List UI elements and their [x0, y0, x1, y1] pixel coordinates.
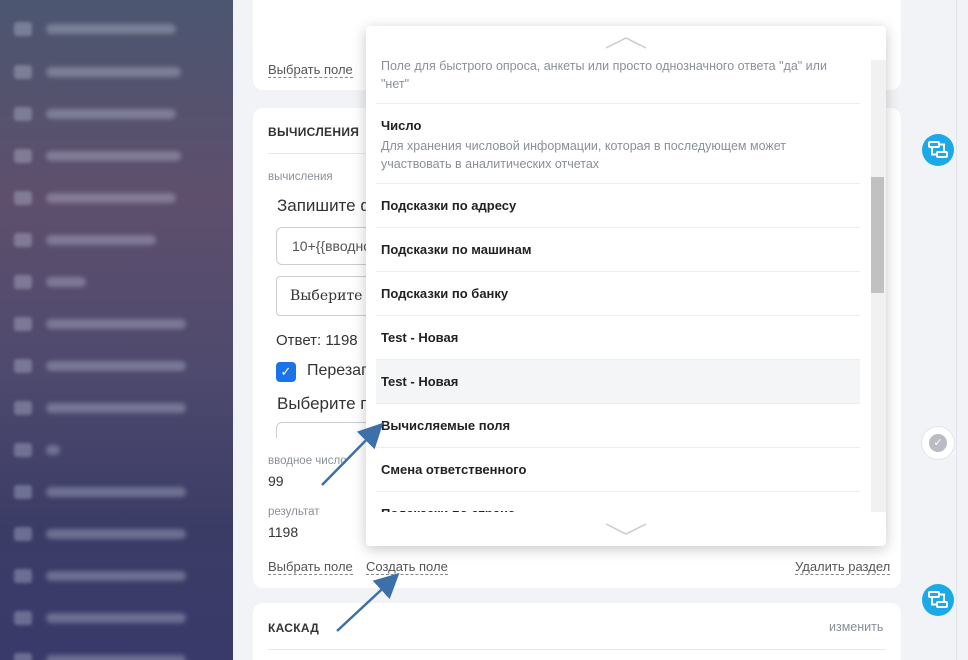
sidebar-item[interactable]	[14, 357, 186, 375]
formula-heading: Запишите ф	[277, 196, 375, 215]
item-title: Test - Новая	[381, 330, 459, 345]
item-desc: Для хранения числовой информации, котора…	[381, 139, 786, 171]
item-title: Подсказки по банку	[381, 286, 509, 301]
select-field-link[interactable]: Выбрать поле	[268, 62, 353, 78]
result-field-value: 1198	[268, 524, 299, 540]
list-item[interactable]: Вычисляемые поля	[376, 404, 860, 448]
overwrite-checkbox[interactable]: ✓	[276, 362, 296, 382]
list-item[interactable]: Число Для хранения числовой информации, …	[376, 104, 860, 184]
scroll-down-button[interactable]	[366, 512, 871, 546]
item-title: Подсказки по адресу	[381, 198, 517, 213]
field-type-dropdown[interactable]: Поле для быстрого опроса, анкеты или про…	[366, 26, 886, 546]
scroll-up-button[interactable]	[366, 26, 871, 60]
timeline-line	[956, 0, 957, 660]
sidebar-item[interactable]	[14, 399, 186, 417]
sidebar-item[interactable]	[14, 315, 186, 333]
select-field-link[interactable]: Выбрать поле	[268, 559, 353, 575]
cascade-section-card: КАСКАД изменить	[253, 603, 901, 660]
input-field-label: вводное число	[268, 455, 347, 467]
list-item[interactable]: Test - Новая	[376, 316, 860, 360]
chevron-up-icon	[605, 37, 647, 49]
edit-link[interactable]: изменить	[829, 620, 883, 634]
list-item[interactable]: Test - Новая	[376, 360, 860, 404]
sidebar-item[interactable]	[14, 20, 176, 38]
sidebar-item[interactable]	[14, 105, 176, 123]
sidebar-item[interactable]	[14, 525, 186, 543]
sidebar	[0, 0, 233, 660]
field-label: вычисления	[268, 171, 333, 183]
create-field-link[interactable]: Создать поле	[366, 559, 448, 575]
sidebar-item[interactable]	[14, 651, 186, 660]
section-title: ВЫЧИСЛЕНИЯ	[268, 125, 360, 139]
item-title: Число	[381, 118, 422, 133]
list-item[interactable]: Подсказки по машинам	[376, 228, 860, 272]
section-title: КАСКАД	[268, 621, 320, 635]
flow-icon[interactable]	[922, 584, 954, 616]
chevron-down-icon	[605, 523, 647, 535]
sidebar-item[interactable]	[14, 483, 186, 501]
input-field-value: 99	[268, 473, 284, 489]
sidebar-item[interactable]	[14, 63, 181, 81]
item-title: Смена ответственного	[381, 462, 527, 477]
check-icon[interactable]: ✓	[922, 427, 954, 459]
result-field-label: результат	[268, 506, 320, 518]
sidebar-item[interactable]	[14, 231, 156, 249]
item-desc: Поле для быстрого опроса, анкеты или про…	[381, 59, 827, 91]
divider	[268, 649, 886, 650]
delete-section-link[interactable]: Удалить раздел	[795, 559, 891, 575]
sidebar-item[interactable]	[14, 189, 176, 207]
sidebar-item[interactable]	[14, 609, 186, 627]
overwrite-label: Перезап	[307, 362, 370, 379]
field-type-list: Поле для быстрого опроса, анкеты или про…	[366, 26, 871, 546]
select-heading: Выберите п	[277, 394, 370, 413]
list-item[interactable]: Подсказки по банку	[376, 272, 860, 316]
list-item[interactable]: Подсказки по адресу	[376, 184, 860, 228]
answer-text: Ответ: 1198	[276, 332, 358, 349]
sidebar-item[interactable]	[14, 147, 181, 165]
right-timeline: ✓	[922, 0, 968, 660]
sidebar-item[interactable]	[14, 567, 186, 585]
sidebar-item[interactable]	[14, 273, 86, 291]
flow-icon[interactable]	[922, 134, 954, 166]
item-title: Подсказки по машинам	[381, 242, 532, 257]
item-title: Test - Новая	[381, 374, 459, 389]
sidebar-item[interactable]	[14, 441, 60, 459]
list-item[interactable]: Смена ответственного	[376, 448, 860, 492]
item-title: Вычисляемые поля	[381, 418, 511, 433]
scrollbar-thumb[interactable]	[871, 177, 884, 293]
